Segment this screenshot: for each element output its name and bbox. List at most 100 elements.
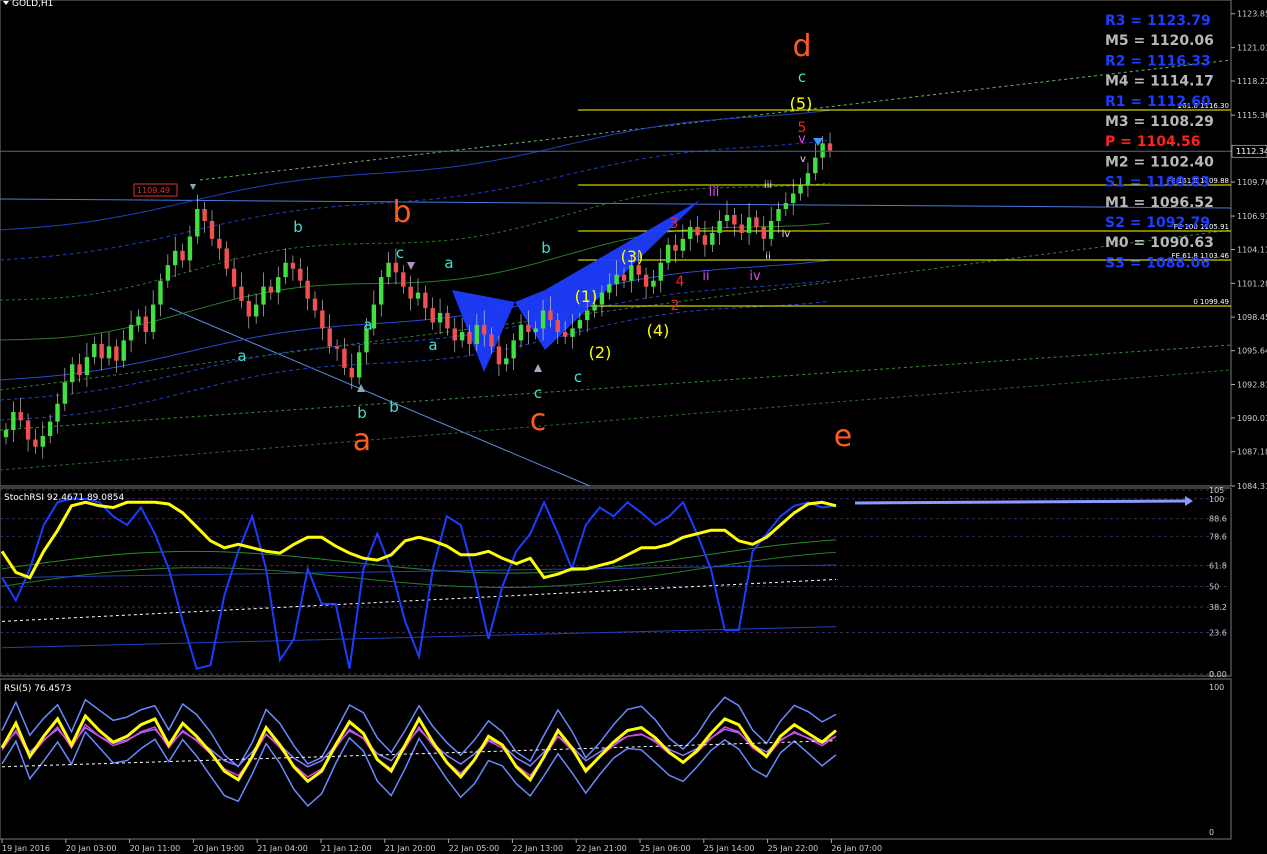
candle-body [430, 308, 435, 323]
stoch-tick-label: 88.6 [1209, 515, 1227, 524]
candle-body [658, 262, 663, 281]
candle-body [827, 143, 833, 151]
time-tick-label: 25 Jan 14:00 [704, 844, 755, 853]
time-tick-label: 22 Jan 05:00 [449, 844, 500, 853]
candle-body [77, 364, 82, 376]
pivot-label: P = 1104.56 [1105, 134, 1201, 150]
candle-body [570, 328, 575, 337]
candle-body [165, 265, 171, 281]
time-tick-label: 21 Jan 04:00 [257, 844, 308, 853]
wave-label-magenta: v [798, 132, 806, 147]
candle-body [195, 209, 200, 237]
candle-body [599, 292, 605, 305]
price-tick-label: 1115.36 [1237, 111, 1267, 120]
candle-body [231, 268, 237, 287]
candle-body [548, 310, 553, 321]
wave-label-cyan: b [541, 239, 551, 257]
time-tick-label: 22 Jan 21:00 [576, 844, 627, 853]
price-tick-label: 1109.76 [1237, 178, 1267, 187]
wave-label-yellow: ii [765, 251, 771, 262]
candle-body [106, 346, 112, 359]
candle-body [70, 364, 75, 383]
candle-body [805, 173, 811, 186]
wave-label-cyan: c [798, 68, 806, 86]
symbol-label: GOLD,H1 [12, 0, 53, 9]
candle-body [423, 292, 428, 309]
pivot-label: M1 = 1096.52 [1105, 195, 1214, 211]
wave-label-yellow: iv [782, 229, 791, 240]
candle-body [607, 284, 612, 293]
price-tick-label: 1123.85 [1237, 10, 1267, 19]
price-tick-label: 1092.81 [1237, 380, 1267, 389]
candle-body [33, 439, 38, 447]
candle-body [305, 280, 310, 299]
candle-body [239, 286, 244, 301]
candle-body [327, 328, 332, 347]
rsi-tick-label: 100 [1209, 683, 1224, 692]
candle-body [746, 217, 752, 233]
price-tick-label: 1106.91 [1237, 212, 1267, 221]
candle-body [724, 214, 730, 221]
candle-body [496, 346, 502, 365]
wave-label-orange: c [530, 403, 547, 438]
candle-body [489, 334, 494, 347]
candle-body [246, 300, 251, 317]
candle-body [393, 262, 399, 273]
candle-body [710, 232, 715, 245]
price-tick-label: 1090.01 [1237, 414, 1267, 423]
pivot-label: R1 = 1112.60 [1105, 94, 1211, 110]
candle-body [761, 226, 766, 239]
wave-label-orange: e [834, 419, 852, 454]
wave-label-cyan: b [389, 398, 399, 416]
pivot-label: S1 = 1100.83 [1105, 175, 1210, 191]
pivot-label: M2 = 1102.40 [1105, 154, 1214, 170]
pivot-label: S3 = 1088.06 [1105, 255, 1210, 271]
wave-label-orange: b [392, 195, 411, 230]
candle-body [577, 320, 583, 329]
candle-body [621, 274, 627, 281]
candle-body [688, 226, 693, 239]
candle-body [342, 348, 347, 368]
price-tick-label: 1098.45 [1237, 313, 1267, 322]
price-tick-label: 1087.18 [1237, 448, 1267, 457]
time-tick-label: 26 Jan 07:00 [831, 844, 882, 853]
candle-body [798, 185, 803, 194]
wave-label-yellow: iii [764, 180, 772, 191]
pivot-label: R2 = 1116.33 [1105, 53, 1211, 69]
wave-label-yellow: (3) [621, 247, 644, 266]
stoch-tick-label: 50 [1209, 582, 1219, 591]
stochrsi-title: StochRSI 92.4671 89.0854 [4, 493, 124, 503]
wave-label-magenta: iii [709, 185, 720, 200]
candle-body [136, 316, 141, 325]
price-tick-label: 1121.01 [1237, 44, 1267, 53]
candle-body [717, 220, 722, 233]
candle-body [540, 310, 546, 329]
pivot-label: M3 = 1108.29 [1105, 114, 1214, 130]
price-tick-label: 1118.22 [1237, 77, 1267, 86]
candle-body [739, 224, 744, 233]
candle-body [11, 412, 16, 430]
forecast-arrow [854, 499, 1186, 505]
candle-body [173, 250, 178, 266]
candle-body [158, 280, 163, 305]
fib-label: 0 1099.49 [1193, 298, 1229, 306]
pivot-label: M0 = 1090.63 [1105, 235, 1214, 251]
time-tick-label: 22 Jan 13:00 [512, 844, 563, 853]
candle-body [482, 324, 487, 335]
wave-label-magenta: ii [702, 269, 709, 284]
wave-label-red: 3 [670, 216, 679, 232]
rsi-tick-label: 0 [1209, 828, 1214, 837]
stoch-tick-label: 100 [1209, 495, 1224, 504]
candle-body [84, 357, 90, 376]
candle-body [820, 143, 825, 158]
candle-body [504, 358, 509, 365]
wave-label-cyan: c [574, 368, 582, 386]
price-tick-label: 1101.28 [1237, 279, 1267, 288]
stoch-tick-label: 61.8 [1209, 562, 1227, 571]
candle-body [349, 367, 354, 378]
candle-body [702, 235, 708, 245]
candle-body [217, 238, 222, 249]
wave-label-orange: d [792, 29, 811, 64]
candle-body [445, 312, 450, 329]
wave-label-yellow: (1) [575, 287, 598, 306]
